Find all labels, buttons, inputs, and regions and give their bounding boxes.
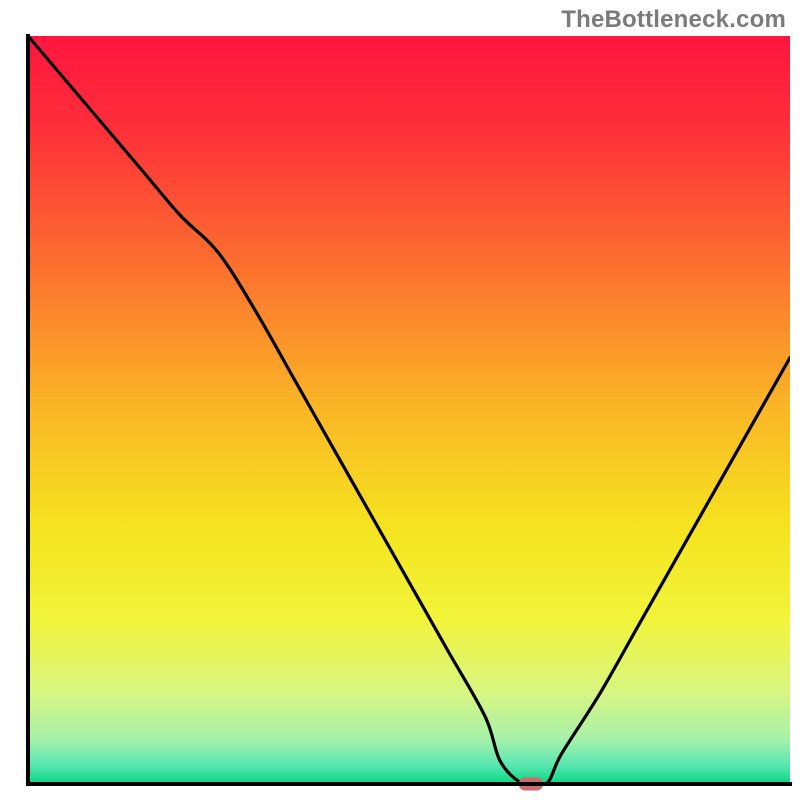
bottleneck-chart xyxy=(0,0,800,800)
chart-stage: { "watermark": "TheBottleneck.com", "cha… xyxy=(0,0,800,800)
heatmap-background xyxy=(28,36,790,784)
watermark-label: TheBottleneck.com xyxy=(561,6,786,34)
